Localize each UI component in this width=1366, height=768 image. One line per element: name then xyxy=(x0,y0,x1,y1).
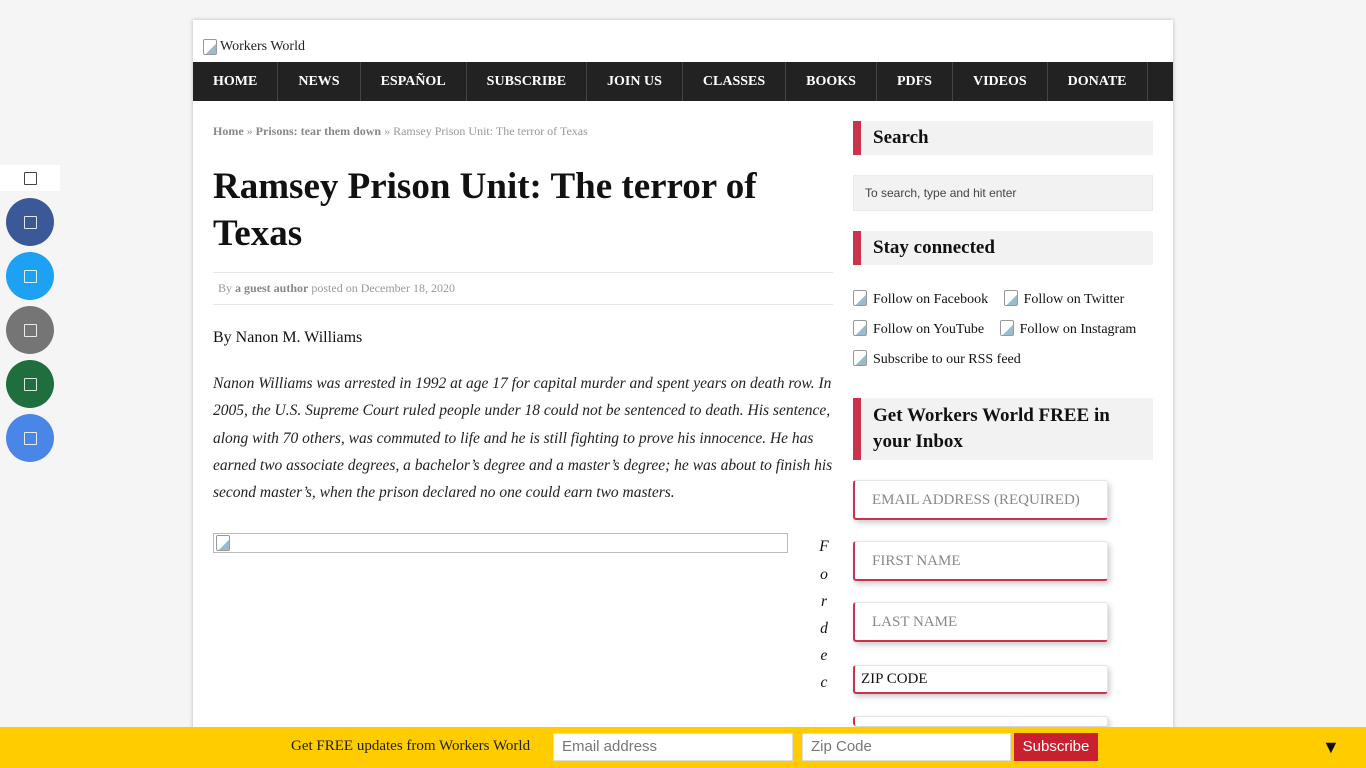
facebook-link[interactable]: Follow on Facebook xyxy=(853,290,994,307)
caption-letter: r xyxy=(820,592,828,610)
facebook-link-label: Follow on Facebook xyxy=(873,292,989,307)
twitter-link-label: Follow on Twitter xyxy=(1023,292,1125,307)
caption-letter: e xyxy=(820,646,828,664)
nav-item-news[interactable]: NEWS xyxy=(278,62,361,101)
next-field[interactable] xyxy=(853,716,1108,726)
breadcrumb-current: Ramsey Prison Unit: The terror of Texas xyxy=(393,124,588,138)
nav-item-donate[interactable]: DONATE xyxy=(1048,62,1148,101)
nav-item-books[interactable]: BOOKS xyxy=(786,62,877,101)
youtube-link-label: Follow on YouTube xyxy=(873,322,985,337)
sidebar: Search To search, type and hit enter Sta… xyxy=(853,121,1153,726)
footer-zip-input[interactable]: Zip Code xyxy=(802,733,1011,761)
twitter-share-button[interactable] xyxy=(6,252,54,300)
collapse-arrow-icon[interactable]: ▼ xyxy=(1322,737,1340,758)
instagram-link[interactable]: Follow on Instagram xyxy=(999,320,1143,337)
footer-email-input[interactable]: Email address xyxy=(553,733,793,761)
meta-by: By xyxy=(218,281,233,295)
youtube-link[interactable]: Follow on YouTube xyxy=(853,320,990,337)
stay-connected-title: Stay connected xyxy=(853,231,1153,265)
email-icon xyxy=(23,323,37,337)
google-icon xyxy=(23,431,37,445)
instagram-link-label: Follow on Instagram xyxy=(1019,322,1137,337)
nav-item-join-us[interactable]: JOIN US xyxy=(587,62,683,101)
meta-author-link[interactable]: a guest author xyxy=(235,281,308,295)
subscribe-widget-title: Get Workers World FREE in your Inbox xyxy=(853,398,1153,460)
facebook-icon xyxy=(23,215,37,229)
nav-item-pdfs[interactable]: PDFS xyxy=(877,62,953,101)
nav-item-videos[interactable]: VIDEOS xyxy=(953,62,1048,101)
page-title: Ramsey Prison Unit: The terror of Texas xyxy=(213,166,757,254)
rss-icon xyxy=(853,350,867,366)
share-icon xyxy=(23,171,37,185)
article-intro: Nanon Williams was arrested in 1992 at a… xyxy=(213,375,833,502)
youtube-icon xyxy=(853,320,867,336)
logo-alt-text: Workers World xyxy=(220,38,305,54)
facebook-share-button[interactable] xyxy=(6,198,54,246)
first-name-field[interactable]: FIRST NAME xyxy=(853,541,1108,581)
footer-subscribe-button[interactable]: Subscribe xyxy=(1014,733,1098,761)
twitter-link[interactable]: Follow on Twitter xyxy=(1003,290,1131,307)
caption-letter: d xyxy=(820,619,828,637)
rss-link[interactable]: Subscribe to our RSS feed xyxy=(853,350,1027,367)
caption-letter: F xyxy=(819,538,829,556)
caption-letter: c xyxy=(820,673,828,691)
site-logo[interactable]: Workers World xyxy=(193,20,1173,62)
article-byline: By Nanon M. Williams xyxy=(213,329,363,346)
nav-item-subscribe[interactable]: SUBSCRIBE xyxy=(467,62,588,101)
instagram-icon xyxy=(999,320,1014,336)
footer-promo-text: Get FREE updates from Workers World xyxy=(291,738,531,754)
sms-icon xyxy=(23,377,37,391)
zip-code-field[interactable]: ZIP CODE xyxy=(853,665,1108,694)
breadcrumb-separator: » xyxy=(246,124,253,138)
twitter-icon xyxy=(1003,290,1018,306)
nav-item-classes[interactable]: CLASSES xyxy=(683,62,787,101)
article-image xyxy=(213,533,788,554)
breadcrumb-category[interactable]: Prisons: tear them down xyxy=(256,124,381,138)
last-name-field[interactable]: LAST NAME xyxy=(853,602,1108,642)
broken-image-icon xyxy=(203,38,217,55)
breadcrumb: Home » Prisons: tear them down » Ramsey … xyxy=(213,124,833,139)
sms-share-button[interactable] xyxy=(6,360,54,408)
facebook-icon xyxy=(853,290,867,306)
main-nav: HOME NEWS ESPAÑOL SUBSCRIBE JOIN US CLAS… xyxy=(193,62,1173,101)
share-bar xyxy=(0,165,60,191)
article-content: Home » Prisons: tear them down » Ramsey … xyxy=(213,121,833,733)
google-share-button[interactable] xyxy=(6,414,54,462)
search-widget-title: Search xyxy=(853,121,1153,155)
broken-image-icon xyxy=(216,535,230,552)
social-links: Follow on Facebook Follow on Twitter Fol… xyxy=(853,285,1153,375)
meta-posted-date: posted on December 18, 2020 xyxy=(311,281,455,295)
caption-letter: o xyxy=(820,565,828,583)
nav-item-home[interactable]: HOME xyxy=(193,62,279,101)
breadcrumb-separator: » xyxy=(384,124,391,138)
page-container: Workers World HOME NEWS ESPAÑOL SUBSCRIB… xyxy=(193,20,1173,768)
twitter-icon xyxy=(23,269,37,283)
footer-subscribe-bar: Get FREE updates from Workers World Emai… xyxy=(0,727,1366,768)
post-meta: By a guest author posted on December 18,… xyxy=(213,272,833,305)
figure-caption-text: F o r d e c xyxy=(817,533,831,696)
nav-item-espanol[interactable]: ESPAÑOL xyxy=(361,62,467,101)
email-share-button[interactable] xyxy=(6,306,54,354)
breadcrumb-home[interactable]: Home xyxy=(213,124,244,138)
share-count-toggle[interactable] xyxy=(0,165,60,191)
search-input[interactable]: To search, type and hit enter xyxy=(853,175,1153,211)
email-field[interactable]: EMAIL ADDRESS (REQUIRED) xyxy=(853,480,1108,520)
article-figure: F o r d e c xyxy=(213,533,833,733)
rss-link-label: Subscribe to our RSS feed xyxy=(873,352,1021,367)
